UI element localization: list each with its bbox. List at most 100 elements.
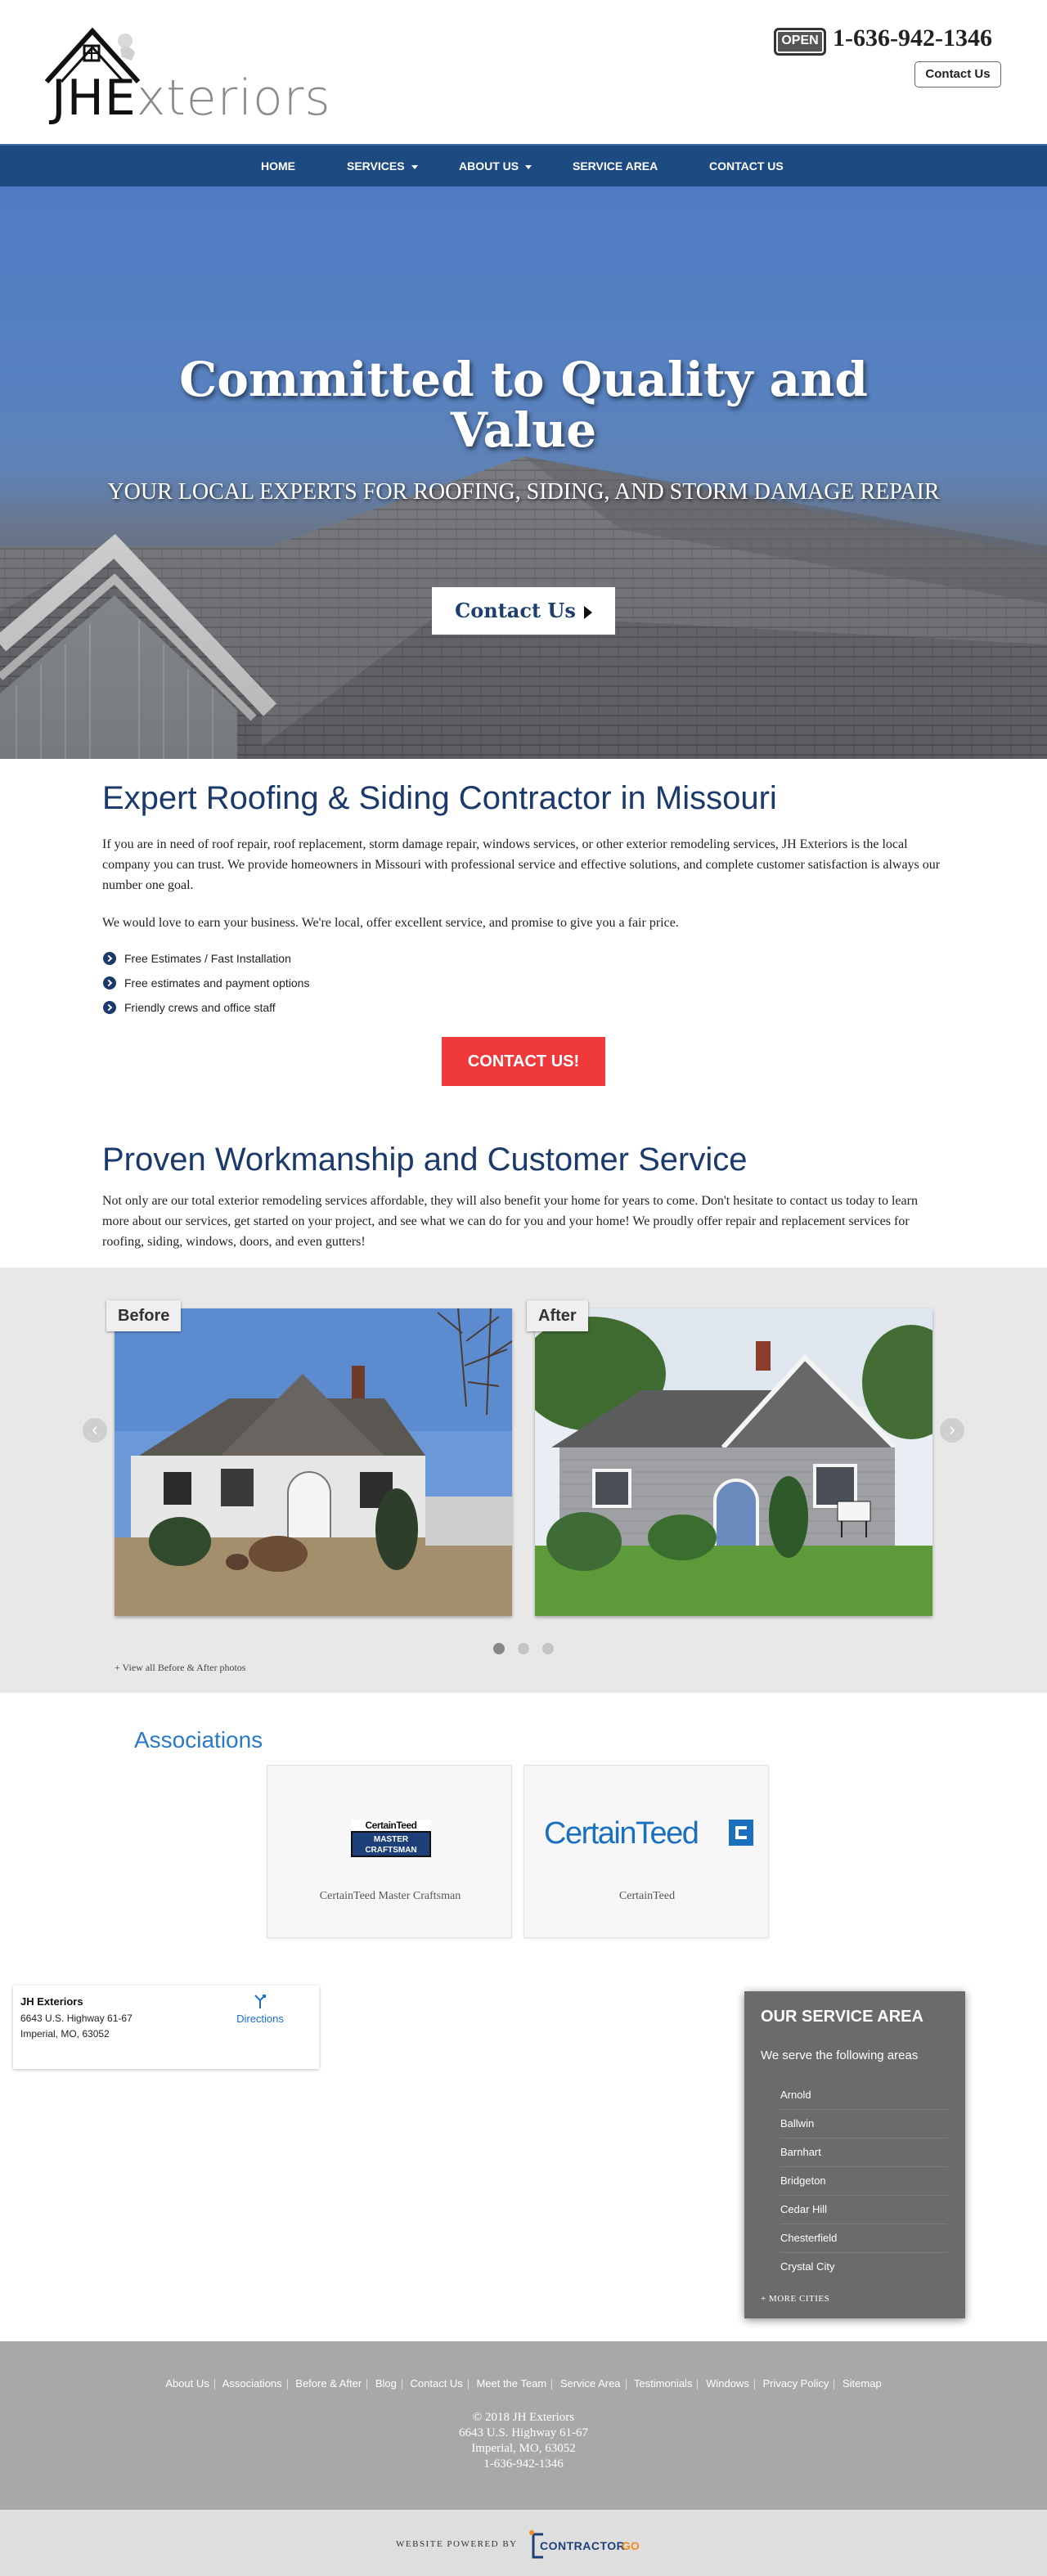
- service-city-item[interactable]: Barnhart: [780, 2138, 947, 2167]
- logo-go-text: GO: [622, 2539, 640, 2552]
- association-caption: CertainTeed: [618, 1890, 676, 1902]
- footer-address-2: Imperial, MO, 63052: [471, 2442, 576, 2455]
- footer-link-about-us[interactable]: About Us: [165, 2377, 209, 2390]
- directions-label: Directions: [236, 2013, 284, 2025]
- after-photo[interactable]: [535, 1308, 932, 1616]
- hero-contact-button[interactable]: Contact Us: [432, 587, 615, 635]
- slide-dot-active[interactable]: [493, 1643, 505, 1654]
- footer-link-windows[interactable]: Windows: [706, 2377, 749, 2390]
- certainteed-mark-icon: [729, 1820, 753, 1846]
- benefit-text: Free Estimates / Fast Installation: [124, 952, 291, 965]
- service-area-title: OUR SERVICE AREA: [761, 2008, 923, 2026]
- hero-subtitle: YOUR LOCAL EXPERTS FOR ROOFING, SIDING, …: [107, 479, 940, 505]
- footer-link-privacy-policy[interactable]: Privacy Policy: [762, 2377, 829, 2390]
- logo-light-text: xteriors: [136, 70, 331, 127]
- directions-icon: [254, 1995, 266, 2008]
- footer-link-associations[interactable]: Associations: [222, 2377, 282, 2390]
- powered-by-text: WEBSITE POWERED BY: [396, 2539, 518, 2549]
- before-photo[interactable]: [115, 1308, 512, 1616]
- view-all-photos-link[interactable]: + View all Before & After photos: [115, 1662, 245, 1674]
- play-arrow-icon: [583, 605, 592, 619]
- association-card-master-craftsman[interactable]: CertainTeed MASTER CRAFTSMAN CertainTeed…: [267, 1765, 512, 1938]
- nav-item-about-us[interactable]: ABOUT US: [459, 146, 532, 186]
- service-city-item[interactable]: Crystal City: [780, 2253, 947, 2282]
- before-after-gallery: Before After ‹ › + View all Before & Aft…: [0, 1268, 1047, 1693]
- divider: [213, 2379, 215, 2390]
- nav-label: CONTACT US: [709, 159, 784, 173]
- nav-label: SERVICE AREA: [573, 159, 658, 173]
- association-card-certainteed[interactable]: CertainTeed CertainTeed: [524, 1765, 769, 1938]
- nav-item-service-area[interactable]: SERVICE AREA: [573, 146, 658, 186]
- certainteed-master-craftsman-logo: CertainTeed MASTER CRAFTSMAN: [351, 1820, 431, 1857]
- service-city-item[interactable]: Chesterfield: [780, 2224, 947, 2253]
- logo-top-text: CertainTeed: [351, 1820, 431, 1831]
- before-house-image: [115, 1308, 512, 1616]
- footer-links: About Us Associations Before & After Blo…: [0, 2377, 1047, 2390]
- footer-copyright: © 2018 JH Exteriors: [472, 2411, 575, 2424]
- service-city-item[interactable]: Cedar Hill: [780, 2196, 947, 2224]
- address-line-2: Imperial, MO, 63052: [20, 2028, 110, 2040]
- hero-banner: Committed to Quality and Value YOUR LOCA…: [0, 186, 1047, 759]
- certainteed-logo: CertainTeed: [544, 1816, 753, 1852]
- divider: [467, 2379, 469, 2390]
- footer-link-contact-us[interactable]: Contact Us: [411, 2377, 463, 2390]
- benefit-text: Free estimates and payment options: [124, 976, 310, 990]
- footer-link-meet-the-team[interactable]: Meet the Team: [476, 2377, 546, 2390]
- slide-dot[interactable]: [542, 1643, 554, 1654]
- directions-link[interactable]: Directions: [227, 1994, 293, 2025]
- logo-wordmark: JHExteriors: [52, 70, 331, 127]
- footer-link-blog[interactable]: Blog: [375, 2377, 397, 2390]
- hero-title: Committed to Quality and Value: [179, 352, 868, 458]
- site-header: JHExteriors OPEN 1-636-942-1346 Contact …: [0, 0, 1047, 144]
- service-city-item[interactable]: Bridgeton: [780, 2167, 947, 2196]
- open-sign-badge: OPEN: [774, 28, 826, 56]
- benefit-text: Friendly crews and office staff: [124, 1001, 276, 1014]
- divider: [551, 2379, 553, 2390]
- chevron-circle-icon: [103, 952, 116, 965]
- logo-badge: MASTER CRAFTSMAN: [351, 1831, 431, 1857]
- jh-exteriors-logo[interactable]: JHExteriors: [45, 25, 331, 127]
- more-cities-link[interactable]: + MORE CITIES: [761, 2294, 829, 2304]
- logo-craftsman-text: CRAFTSMAN: [365, 1846, 417, 1855]
- footer-link-testimonials[interactable]: Testimonials: [634, 2377, 693, 2390]
- footer-link-before-after[interactable]: Before & After: [295, 2377, 362, 2390]
- powered-by-bar: WEBSITE POWERED BY CONTRACTOR GO: [0, 2510, 1047, 2576]
- header-phone-number[interactable]: 1-636-942-1346: [833, 25, 992, 52]
- service-area-panel: OUR SERVICE AREA We serve the following …: [744, 1991, 965, 2318]
- nav-item-home[interactable]: HOME: [261, 146, 295, 186]
- nav-label: HOME: [261, 159, 295, 173]
- slide-dot[interactable]: [518, 1643, 529, 1654]
- header-contact-button[interactable]: Contact Us: [914, 61, 1001, 88]
- footer-link-sitemap[interactable]: Sitemap: [843, 2377, 882, 2390]
- footer-phone[interactable]: 1-636-942-1346: [0, 2457, 1047, 2472]
- divider: [625, 2379, 627, 2390]
- associations-heading: Associations: [134, 1727, 263, 1752]
- before-label: Before: [106, 1300, 182, 1331]
- service-city-item[interactable]: Ballwin: [780, 2110, 947, 2138]
- logo-bold-text: JHE: [52, 70, 137, 127]
- logo-contractor-text: CONTRACTOR: [540, 2539, 626, 2552]
- workmanship-heading: Proven Workmanship and Customer Service: [102, 1142, 748, 1178]
- nav-item-contact-us[interactable]: CONTACT US: [709, 146, 784, 186]
- benefit-list-item: Friendly crews and office staff: [103, 999, 276, 1016]
- intro-heading: Expert Roofing & Siding Contractor in Mi…: [102, 780, 777, 816]
- chevron-left-icon[interactable]: ‹: [83, 1418, 107, 1443]
- chevron-circle-icon: [103, 1001, 116, 1014]
- chevron-down-icon: [411, 164, 418, 169]
- contractorgo-logo[interactable]: CONTRACTOR GO: [528, 2529, 651, 2562]
- contact-us-cta-button[interactable]: CONTACT US!: [442, 1037, 605, 1086]
- nav-label: ABOUT US: [459, 159, 519, 173]
- roof-background-image: [0, 186, 1047, 759]
- nav-label: SERVICES: [347, 159, 405, 173]
- nav-item-services[interactable]: SERVICES: [347, 146, 418, 186]
- service-city-item[interactable]: Arnold: [780, 2081, 947, 2110]
- benefit-list-item: Free estimates and payment options: [103, 975, 309, 991]
- divider: [753, 2379, 755, 2390]
- chevron-down-icon: [525, 164, 532, 169]
- footer-link-service-area[interactable]: Service Area: [560, 2377, 621, 2390]
- benefit-list-item: Free Estimates / Fast Installation: [103, 950, 291, 967]
- address-line-1: 6643 U.S. Highway 61-67: [20, 2013, 133, 2024]
- divider: [697, 2379, 699, 2390]
- after-label: After: [527, 1300, 588, 1331]
- chevron-right-icon[interactable]: ›: [940, 1418, 964, 1443]
